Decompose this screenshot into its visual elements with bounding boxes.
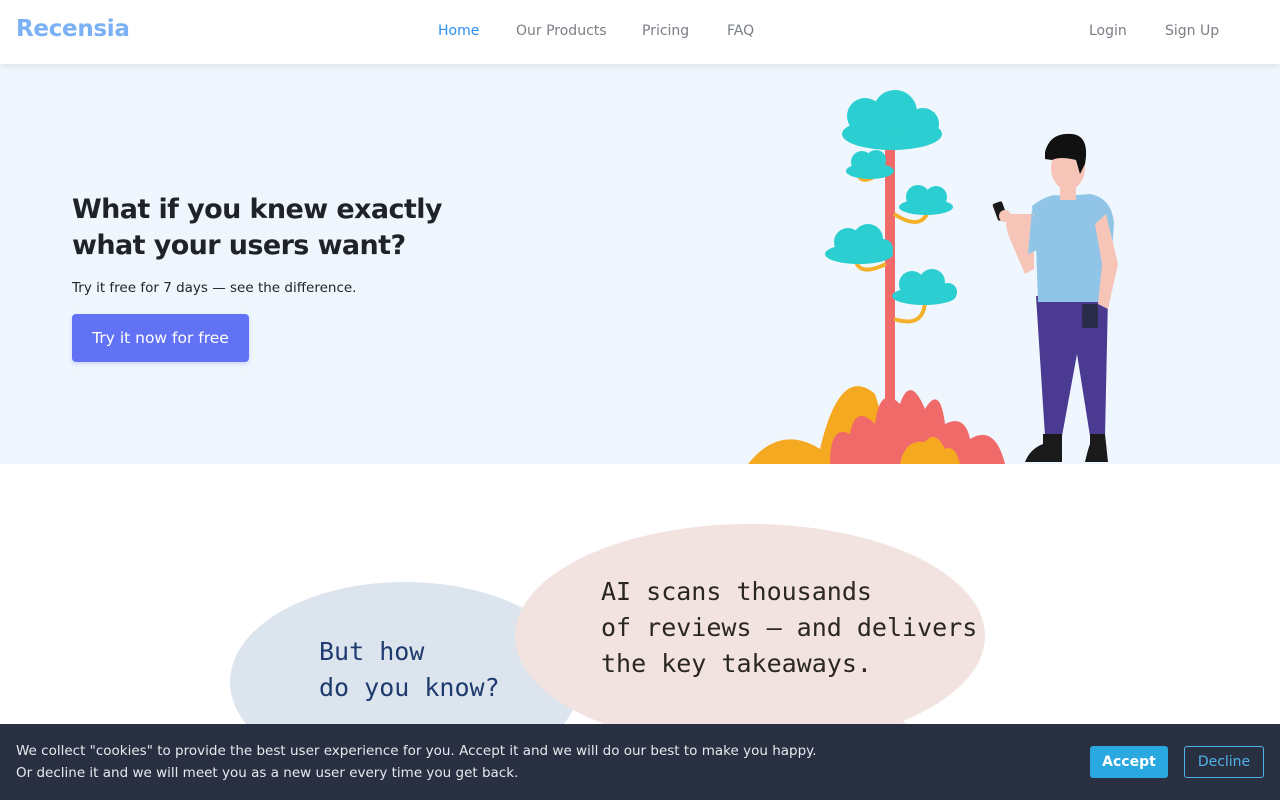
cookie-line2: Or decline it and we will meet you as a … — [16, 765, 519, 781]
hero-illustration — [748, 90, 1118, 464]
answer-text: AI scans thousands of reviews — and deli… — [601, 577, 978, 678]
hero-title-line1: What if you knew exactly — [72, 194, 442, 225]
nav-faq[interactable]: FAQ — [727, 23, 754, 39]
nav-pricing[interactable]: Pricing — [642, 23, 689, 39]
cookie-banner: We collect "cookies" to provide the best… — [0, 724, 1280, 800]
nav-home[interactable]: Home — [438, 23, 479, 39]
hero-section: What if you knew exactly what your users… — [0, 64, 1280, 464]
hero-title: What if you knew exactly what your users… — [72, 192, 492, 264]
accept-cookies-button[interactable]: Accept — [1090, 746, 1168, 778]
site-header: Recensia Home Our Products Pricing FAQ L… — [0, 0, 1280, 64]
decline-cookies-button[interactable]: Decline — [1184, 746, 1264, 778]
question-text: But how do you know? — [319, 637, 500, 702]
person-figure — [992, 133, 1118, 462]
cookie-line1: We collect "cookies" to provide the best… — [16, 743, 817, 759]
hero-subtitle: Try it free for 7 days — see the differe… — [72, 280, 357, 296]
cookie-message: We collect "cookies" to provide the best… — [16, 740, 817, 784]
brand-logo[interactable]: Recensia — [16, 16, 130, 42]
hero-title-line2: what your users want? — [72, 230, 406, 261]
login-link[interactable]: Login — [1089, 23, 1127, 39]
nav-our-products[interactable]: Our Products — [516, 23, 607, 39]
signup-link[interactable]: Sign Up — [1165, 23, 1219, 39]
try-free-button[interactable]: Try it now for free — [72, 314, 249, 362]
